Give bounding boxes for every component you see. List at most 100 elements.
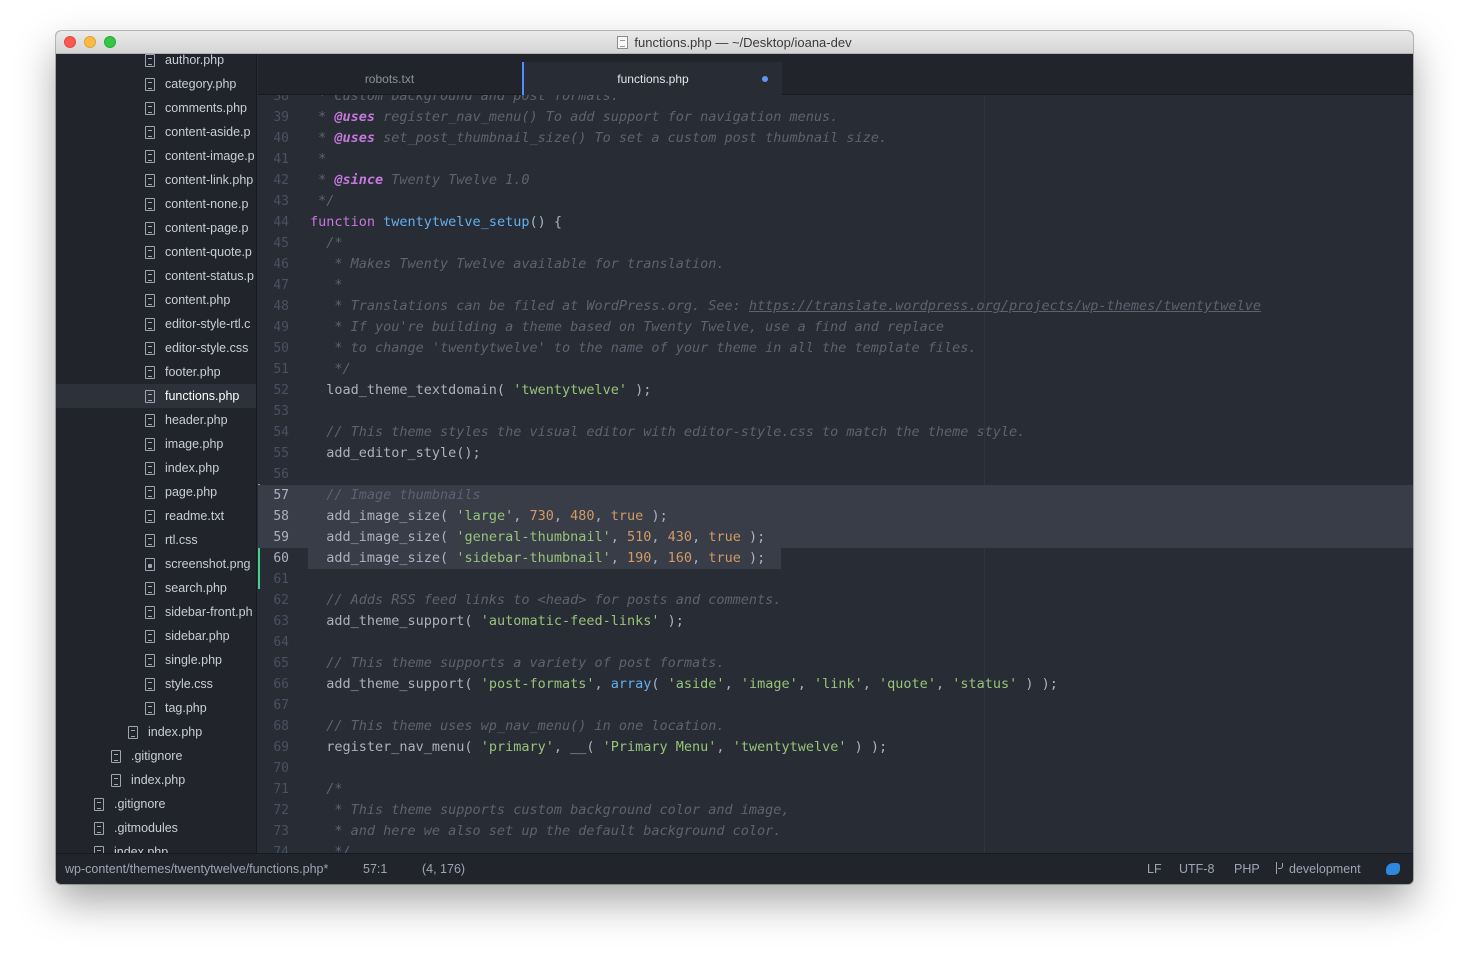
- line-number[interactable]: 67: [258, 695, 289, 716]
- code-line[interactable]: 64: [258, 632, 1413, 653]
- tree-item[interactable]: single.php: [56, 648, 256, 672]
- tree-item[interactable]: content.php: [56, 288, 256, 312]
- line-number[interactable]: 47: [258, 275, 289, 296]
- line-number[interactable]: 38: [258, 95, 289, 107]
- code-line[interactable]: 71 /*: [258, 779, 1413, 800]
- line-number[interactable]: 39: [258, 107, 289, 128]
- tree-item[interactable]: .gitignore: [56, 792, 256, 816]
- line-number[interactable]: 41: [258, 149, 289, 170]
- code-line[interactable]: 70: [258, 758, 1413, 779]
- tree-item[interactable]: index.php: [56, 720, 256, 744]
- tree-item[interactable]: content-status.p: [56, 264, 256, 288]
- line-number[interactable]: 70: [258, 758, 289, 779]
- code-line[interactable]: 44 function twentytwelve_setup() {: [258, 212, 1413, 233]
- code-line[interactable]: 43 */: [258, 191, 1413, 212]
- tree-item[interactable]: rtl.css: [56, 528, 256, 552]
- line-number[interactable]: 66: [258, 674, 289, 695]
- tab-robots-txt[interactable]: robots.txt: [258, 62, 521, 95]
- tree-item[interactable]: content-aside.p: [56, 120, 256, 144]
- line-number[interactable]: 74: [258, 842, 289, 853]
- tab-functions-php[interactable]: functions.php: [522, 62, 782, 95]
- tree-item[interactable]: sidebar.php: [56, 624, 256, 648]
- code-line[interactable]: 50 * to change 'twentytwelve' to the nam…: [258, 338, 1413, 359]
- tree-item[interactable]: functions.php: [56, 384, 256, 408]
- line-number[interactable]: 65: [258, 653, 289, 674]
- tree-item[interactable]: image.php: [56, 432, 256, 456]
- line-number[interactable]: 63: [258, 611, 289, 632]
- tree-item[interactable]: search.php: [56, 576, 256, 600]
- tree-item[interactable]: index.php: [56, 768, 256, 792]
- line-number[interactable]: 51: [258, 359, 289, 380]
- code-line[interactable]: 73 * and here we also set up the default…: [258, 821, 1413, 842]
- code-line[interactable]: 65 // This theme supports a variety of p…: [258, 653, 1413, 674]
- code-line[interactable]: 54 // This theme styles the visual edito…: [258, 422, 1413, 443]
- line-number[interactable]: 69: [258, 737, 289, 758]
- tree-item[interactable]: .gitignore: [56, 744, 256, 768]
- line-number[interactable]: 50: [258, 338, 289, 359]
- line-number[interactable]: 72: [258, 800, 289, 821]
- code-line[interactable]: 69 register_nav_menu( 'primary', __( 'Pr…: [258, 737, 1413, 758]
- document-proxy-icon[interactable]: [617, 36, 629, 49]
- code-line[interactable]: 61: [258, 569, 1413, 590]
- code-line[interactable]: 68 // This theme uses wp_nav_menu() in o…: [258, 716, 1413, 737]
- tree-item[interactable]: index.php: [56, 456, 256, 480]
- line-number[interactable]: 45: [258, 233, 289, 254]
- code-line[interactable]: 55 add_editor_style();: [258, 443, 1413, 464]
- code-line[interactable]: 59 add_image_size( 'general-thumbnail', …: [258, 527, 1413, 548]
- code-line[interactable]: 72 * This theme supports custom backgrou…: [258, 800, 1413, 821]
- tree-item[interactable]: editor-style-rtl.c: [56, 312, 256, 336]
- line-number[interactable]: 62: [258, 590, 289, 611]
- line-number[interactable]: 57: [258, 485, 289, 506]
- code-line[interactable]: 67: [258, 695, 1413, 716]
- code-line[interactable]: 56: [258, 464, 1413, 485]
- tree-item[interactable]: tag.php: [56, 696, 256, 720]
- code-editor[interactable]: 38 * Custom background and post formats.…: [258, 95, 1413, 853]
- tree-item[interactable]: author.php: [56, 54, 256, 72]
- line-number[interactable]: 71: [258, 779, 289, 800]
- tree-item[interactable]: content-image.p: [56, 144, 256, 168]
- tree-item[interactable]: sidebar-front.ph: [56, 600, 256, 624]
- code-line[interactable]: 74 */: [258, 842, 1413, 853]
- code-line[interactable]: 48 * Translations can be filed at WordPr…: [258, 296, 1413, 317]
- line-number[interactable]: 61: [258, 569, 289, 590]
- line-number[interactable]: 42: [258, 170, 289, 191]
- code-line[interactable]: 38 * Custom background and post formats.: [258, 95, 1413, 107]
- tree-item[interactable]: .gitmodules: [56, 816, 256, 840]
- line-number[interactable]: 64: [258, 632, 289, 653]
- code-line[interactable]: 58 add_image_size( 'large', 730, 480, tr…: [258, 506, 1413, 527]
- cursor-position[interactable]: 57:1: [363, 854, 387, 884]
- tree-item[interactable]: category.php: [56, 72, 256, 96]
- code-line[interactable]: 47 *: [258, 275, 1413, 296]
- tree-item[interactable]: screenshot.png: [56, 552, 256, 576]
- line-ending[interactable]: LF: [1147, 854, 1162, 884]
- line-number[interactable]: 73: [258, 821, 289, 842]
- line-number[interactable]: 49: [258, 317, 289, 338]
- line-number[interactable]: 44: [258, 212, 289, 233]
- tree-item[interactable]: content-none.p: [56, 192, 256, 216]
- tree-item[interactable]: content-link.php: [56, 168, 256, 192]
- line-number[interactable]: 40: [258, 128, 289, 149]
- file-tree[interactable]: author.php category.php comments.php conten…: [56, 54, 257, 853]
- modified-indicator-icon[interactable]: [762, 76, 768, 82]
- tree-item[interactable]: index.php: [56, 840, 256, 853]
- code-line[interactable]: 40 * @uses set_post_thumbnail_size() To …: [258, 128, 1413, 149]
- tree-item[interactable]: editor-style.css: [56, 336, 256, 360]
- code-line[interactable]: 41 *: [258, 149, 1413, 170]
- code-line[interactable]: 66 add_theme_support( 'post-formats', ar…: [258, 674, 1413, 695]
- file-path[interactable]: wp-content/themes/twentytwelve/functions…: [65, 854, 328, 884]
- line-number[interactable]: 46: [258, 254, 289, 275]
- code-line[interactable]: 62 // Adds RSS feed links to <head> for …: [258, 590, 1413, 611]
- code-line[interactable]: 49 * If you're building a theme based on…: [258, 317, 1413, 338]
- line-number[interactable]: 68: [258, 716, 289, 737]
- line-number[interactable]: 55: [258, 443, 289, 464]
- code-line[interactable]: 45 /*: [258, 233, 1413, 254]
- line-number[interactable]: 48: [258, 296, 289, 317]
- tree-item[interactable]: comments.php: [56, 96, 256, 120]
- tree-item[interactable]: content-page.p: [56, 216, 256, 240]
- line-number[interactable]: 59: [258, 527, 289, 548]
- code-line[interactable]: 39 * @uses register_nav_menu() To add su…: [258, 107, 1413, 128]
- code-line[interactable]: 57 // Image thumbnails: [258, 485, 1413, 506]
- code-line[interactable]: 42 * @since Twenty Twelve 1.0: [258, 170, 1413, 191]
- tree-item[interactable]: content-quote.p: [56, 240, 256, 264]
- tree-item[interactable]: style.css: [56, 672, 256, 696]
